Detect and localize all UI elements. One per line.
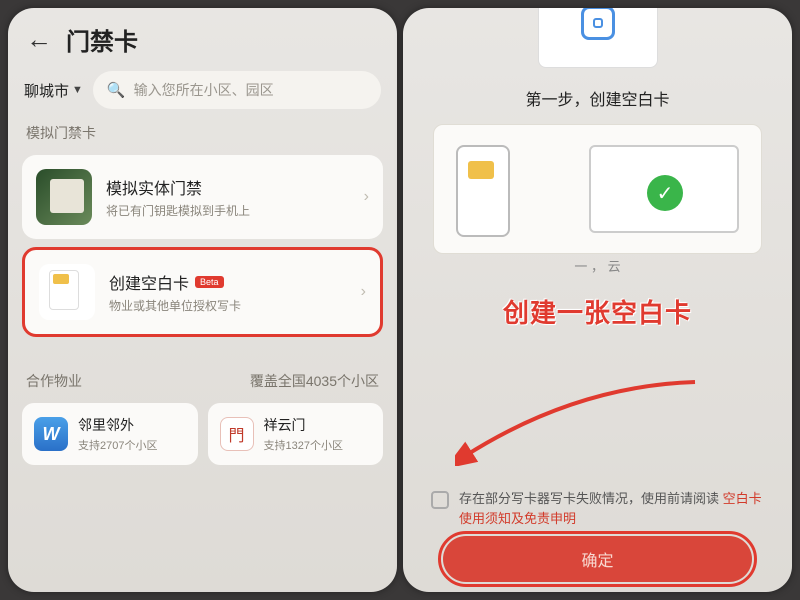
disclaimer-checkbox[interactable] xyxy=(431,491,449,509)
search-icon: 🔍 xyxy=(107,81,126,99)
confirm-button-label: 确定 xyxy=(581,547,613,571)
linli-icon xyxy=(34,417,68,451)
annotation-callout: 创建一张空白卡 xyxy=(403,293,792,330)
card-simulate-physical[interactable]: 模拟实体门禁 将已有门钥匙模拟到手机上 › xyxy=(22,155,383,239)
coop-item-linli[interactable]: 邻里邻外 支持2707个小区 xyxy=(22,403,198,465)
card-text: 创建空白卡 Beta 物业或其他单位授权写卡 xyxy=(109,270,347,314)
door-photo-icon xyxy=(36,169,92,225)
disclaimer-row: 存在部分写卡器写卡失败情况，使用前请阅读 空白卡使用须知及免责申明 xyxy=(431,489,764,528)
nfc-card-illustration xyxy=(538,8,658,68)
card-create-blank[interactable]: 创建空白卡 Beta 物业或其他单位授权写卡 › xyxy=(22,247,383,337)
disclaimer-line1: 存在部分写卡器写卡失败情况，使用前请阅读 xyxy=(459,491,719,506)
card-title: 模拟实体门禁 xyxy=(106,175,350,199)
phone-illustration-icon xyxy=(456,145,510,237)
section-header-simulate: 模拟门禁卡 xyxy=(8,119,397,147)
card-title: 创建空白卡 Beta xyxy=(109,270,347,294)
disclaimer-text: 存在部分写卡器写卡失败情况，使用前请阅读 空白卡使用须知及免责申明 xyxy=(459,489,764,528)
chevron-down-icon: ▼ xyxy=(72,84,83,96)
app-topbar: ← 门禁卡 xyxy=(8,8,397,61)
annotation-arrow-icon xyxy=(455,376,705,466)
card-text: 模拟实体门禁 将已有门钥匙模拟到手机上 xyxy=(106,175,350,219)
coop-sub: 支持1327个小区 xyxy=(264,437,343,453)
card-subtitle: 将已有门钥匙模拟到手机上 xyxy=(106,202,350,219)
coop-grid: 邻里邻外 支持2707个小区 祥云门 支持1327个小区 xyxy=(8,397,397,471)
coop-title: 祥云门 xyxy=(264,415,343,435)
xiangyun-icon xyxy=(220,417,254,451)
page-title: 门禁卡 xyxy=(66,22,138,57)
confirm-button[interactable]: 确定 xyxy=(443,536,752,582)
beta-badge: Beta xyxy=(195,276,224,288)
search-row: 聊城市 ▼ 🔍 输入您所在小区、园区 xyxy=(8,61,397,119)
coop-sub: 支持2707个小区 xyxy=(78,437,157,453)
chevron-right-icon: › xyxy=(364,188,369,206)
card-title-text: 创建空白卡 xyxy=(109,270,189,294)
city-label: 聊城市 xyxy=(24,80,69,101)
phone-left-screen: ← 门禁卡 聊城市 ▼ 🔍 输入您所在小区、园区 模拟门禁卡 模拟实体门禁 将已… xyxy=(8,8,397,592)
checkmark-icon: ✓ xyxy=(647,175,683,211)
nfc-icon xyxy=(581,8,615,40)
chevron-right-icon: › xyxy=(361,283,366,301)
card-subtitle: 物业或其他单位授权写卡 xyxy=(109,297,347,314)
search-placeholder: 输入您所在小区、园区 xyxy=(134,80,274,100)
back-icon[interactable]: ← xyxy=(26,24,52,55)
coop-coverage: 覆盖全国4035个小区 xyxy=(250,371,379,391)
city-picker[interactable]: 聊城市 ▼ xyxy=(24,80,83,101)
section-header-coop: 合作物业 覆盖全国4035个小区 xyxy=(8,345,397,397)
step-label: 第一步，创建空白卡 xyxy=(403,86,792,110)
search-input[interactable]: 🔍 输入您所在小区、园区 xyxy=(93,71,381,109)
blank-card-icon xyxy=(39,264,95,320)
step-illustration: ✓ xyxy=(433,124,762,254)
coop-title: 邻里邻外 xyxy=(78,415,157,435)
coop-label: 合作物业 xyxy=(26,371,82,391)
phone-right-screen: 第一步，创建空白卡 ✓ 一 ， 云 创建一张空白卡 存在部分写卡器写卡失败情况，… xyxy=(403,8,792,592)
step-indicator: 一 ， 云 xyxy=(403,256,792,275)
coop-item-xiangyun[interactable]: 祥云门 支持1327个小区 xyxy=(208,403,384,465)
